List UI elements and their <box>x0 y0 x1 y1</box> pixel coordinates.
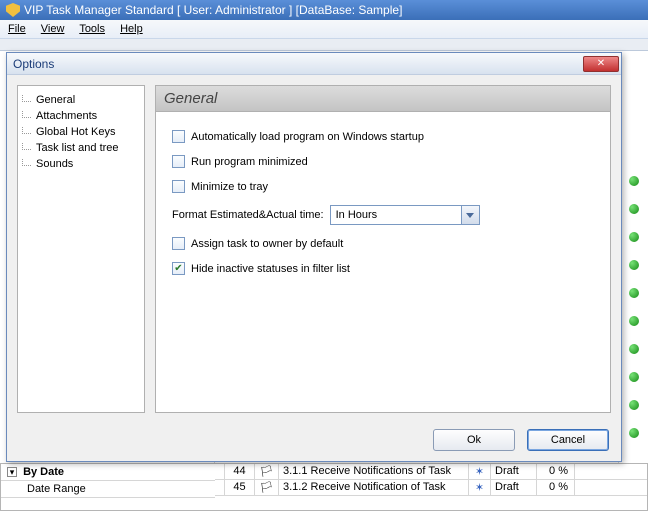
cell-pct: 0 % <box>537 480 575 495</box>
star-icon: ✶ <box>469 480 491 495</box>
status-dot-icon <box>629 372 639 382</box>
options-form: Automatically load program on Windows st… <box>156 112 610 293</box>
dialog-titlebar[interactable]: Options ✕ <box>7 53 621 75</box>
filter-panel: ▾ By Date Date Range <box>0 463 215 511</box>
menubar: File View Tools Help <box>0 20 648 39</box>
app-titlebar: VIP Task Manager Standard [ User: Admini… <box>0 0 648 20</box>
opt-tray-row: Minimize to tray <box>172 180 594 193</box>
menu-view[interactable]: View <box>41 23 65 35</box>
status-dot-icon <box>629 176 639 186</box>
close-icon: ✕ <box>597 58 605 69</box>
options-content: General Automatically load program on Wi… <box>155 85 611 413</box>
options-dialog: Options ✕ General Attachments Global Hot… <box>6 52 622 462</box>
opt-tray-label: Minimize to tray <box>191 181 268 193</box>
ok-button[interactable]: Ok <box>433 429 515 451</box>
flag-icon: 🏳 <box>255 464 279 479</box>
section-header: General <box>156 86 610 112</box>
cancel-button[interactable]: Cancel <box>527 429 609 451</box>
cell-num: 44 <box>225 464 255 479</box>
checkbox-tray[interactable] <box>172 180 185 193</box>
filter-group-bydate[interactable]: ▾ By Date <box>1 464 215 481</box>
cell-status: Draft <box>491 464 537 479</box>
star-icon: ✶ <box>469 464 491 479</box>
table-row[interactable]: 44 🏳 3.1.1 Receive Notifications of Task… <box>215 464 647 480</box>
menu-help[interactable]: Help <box>120 23 143 35</box>
opt-hideinactive-row: ✔ Hide inactive statuses in filter list <box>172 262 594 275</box>
dropdown-button[interactable] <box>461 206 479 224</box>
app-icon <box>6 3 20 17</box>
menu-tools[interactable]: Tools <box>79 23 105 35</box>
opt-hideinactive-label: Hide inactive statuses in filter list <box>191 263 350 275</box>
options-nav: General Attachments Global Hot Keys Task… <box>17 85 145 413</box>
bottom-area: ▾ By Date Date Range 44 🏳 3.1.1 Receive … <box>0 463 648 511</box>
opt-minimized-label: Run program minimized <box>191 156 308 168</box>
nav-attachments[interactable]: Attachments <box>22 108 140 124</box>
status-dot-icon <box>629 428 639 438</box>
app-title: VIP Task Manager Standard [ User: Admini… <box>24 3 402 17</box>
filter-daterange[interactable]: Date Range <box>1 481 215 498</box>
checkbox-minimized[interactable] <box>172 155 185 168</box>
close-button[interactable]: ✕ <box>583 56 619 72</box>
opt-format-row: Format Estimated&Actual time: In Hours <box>172 205 594 225</box>
nav-sounds[interactable]: Sounds <box>22 156 140 172</box>
cell-pct: 0 % <box>537 464 575 479</box>
flag-icon: 🏳 <box>255 480 279 495</box>
status-dot-icon <box>629 204 639 214</box>
status-dot-icon <box>629 400 639 410</box>
expand-icon[interactable]: ▾ <box>7 467 17 477</box>
bg-status-strip <box>618 56 648 511</box>
status-dot-icon <box>629 316 639 326</box>
chevron-down-icon <box>466 213 474 218</box>
dialog-buttons: Ok Cancel <box>7 423 621 461</box>
toolbar-area <box>0 39 648 51</box>
format-select-value: In Hours <box>331 209 461 221</box>
opt-assign-row: Assign task to owner by default <box>172 237 594 250</box>
table-row[interactable]: 45 🏳 3.1.2 Receive Notification of Task … <box>215 480 647 496</box>
nav-hotkeys[interactable]: Global Hot Keys <box>22 124 140 140</box>
checkbox-hideinactive[interactable]: ✔ <box>172 262 185 275</box>
status-dot-icon <box>629 344 639 354</box>
task-grid: 44 🏳 3.1.1 Receive Notifications of Task… <box>215 463 648 511</box>
cell-desc: 3.1.1 Receive Notifications of Task <box>279 464 469 479</box>
format-select[interactable]: In Hours <box>330 205 480 225</box>
opt-autoload-row: Automatically load program on Windows st… <box>172 130 594 143</box>
menu-file[interactable]: File <box>8 23 26 35</box>
nav-tasklist[interactable]: Task list and tree <box>22 140 140 156</box>
filter-daterange-label: Date Range <box>27 483 86 495</box>
checkbox-autoload[interactable] <box>172 130 185 143</box>
cell-desc: 3.1.2 Receive Notification of Task <box>279 480 469 495</box>
opt-assign-label: Assign task to owner by default <box>191 238 343 250</box>
dialog-title: Options <box>13 57 54 71</box>
nav-general[interactable]: General <box>22 92 140 108</box>
status-dot-icon <box>629 288 639 298</box>
cell-num: 45 <box>225 480 255 495</box>
checkbox-assign[interactable] <box>172 237 185 250</box>
opt-autoload-label: Automatically load program on Windows st… <box>191 131 424 143</box>
opt-format-label: Format Estimated&Actual time: <box>172 209 324 221</box>
opt-minimized-row: Run program minimized <box>172 155 594 168</box>
filter-bydate-label: By Date <box>23 466 64 478</box>
status-dot-icon <box>629 260 639 270</box>
status-dot-icon <box>629 232 639 242</box>
cell-status: Draft <box>491 480 537 495</box>
